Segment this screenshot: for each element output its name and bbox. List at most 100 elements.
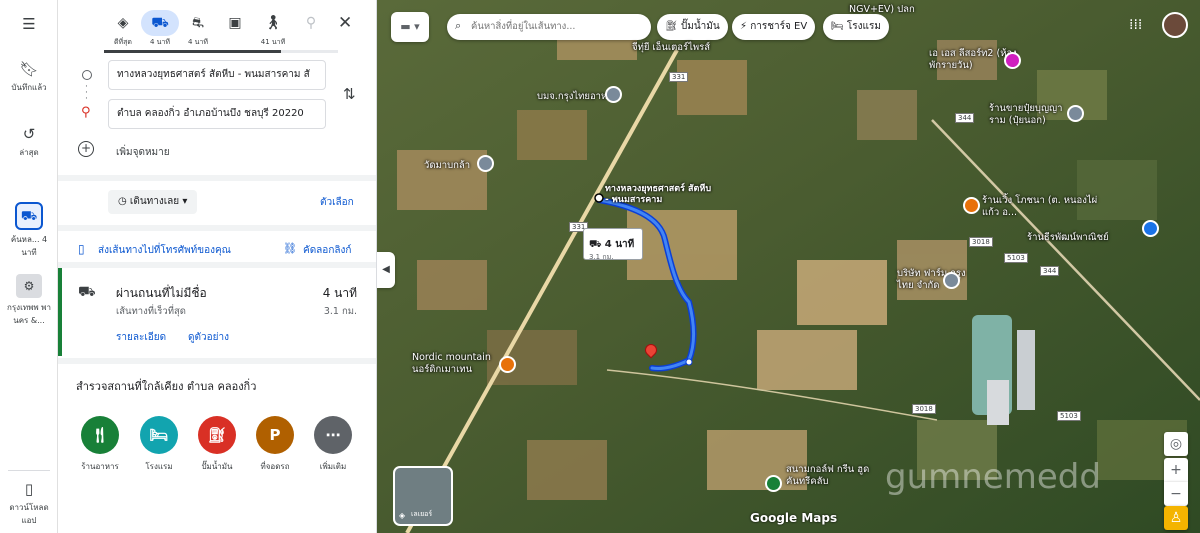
history-icon: ↺	[22, 125, 36, 143]
zoom-out-button[interactable]: −	[1164, 482, 1188, 506]
car-icon: ⛟	[141, 10, 179, 36]
bookmark-icon: 🔖︎	[19, 60, 39, 78]
dropdown-icon: ▾	[179, 196, 188, 207]
callout-time: 4 นาที	[604, 239, 635, 250]
origin-marker[interactable]	[594, 193, 604, 203]
mode-label: 4 นาที	[187, 38, 208, 46]
gas-station-icon: ⛽︎	[198, 416, 236, 454]
car-icon: ⛟	[78, 284, 96, 300]
destination-input[interactable]: ตำบล คลองกิ่ว อำเภอบ้านบึง ชลบุรี 20220	[108, 99, 326, 129]
rail-divider	[8, 470, 50, 471]
add-stop-button[interactable]: เพิ่มจุดหมาย	[116, 145, 170, 160]
map-label: Nordic mountain นอร์ดิกเมาเทน	[412, 352, 491, 375]
satellite-map[interactable]	[377, 0, 1200, 533]
recent-route-item[interactable]: ⛟ ค้นหล... 4 นาที	[0, 202, 58, 259]
mode-cycling[interactable]: ⚲	[292, 10, 330, 37]
car-icon: ⛟	[589, 239, 605, 250]
copy-link-button[interactable]: คัดลอกลิงก์	[303, 243, 351, 258]
parking-icon: P	[256, 416, 294, 454]
preview-link[interactable]: ดูตัวอย่าง	[188, 330, 229, 345]
motorcycle-icon: ⛐	[191, 15, 205, 31]
mode-best[interactable]: ◈ ดีที่สุด	[104, 10, 142, 48]
layers-button[interactable]: ◈ เลเยอร์	[393, 466, 453, 526]
category-parking[interactable]: P ที่จอดรถ	[247, 416, 303, 473]
chip-gas-station[interactable]: ⛽︎ ปั๊มน้ำมัน	[657, 14, 728, 40]
road-shield: 3018	[912, 404, 936, 414]
shop-pin-icon[interactable]	[1067, 105, 1084, 122]
callout-distance: 3.1 กม.	[589, 253, 614, 261]
divider	[58, 175, 376, 181]
options-link[interactable]: ตัวเลือก	[320, 195, 354, 210]
route-time-callout[interactable]: ⛟ 4 นาที 3.1 กม.	[583, 228, 643, 261]
mode-walking[interactable]: 🚶︎ 41 นาที	[254, 10, 292, 48]
watermark: gumnemedd	[885, 457, 1101, 497]
mode-driving[interactable]: ⛟ 4 นาที	[141, 10, 179, 48]
route-card[interactable]: ⛟ ผ่านถนนที่ไม่มีชื่อ 4 นาที เส้นทางที่เ…	[58, 268, 376, 356]
menu-button[interactable]: ☰	[0, 15, 58, 36]
explore-title: สำรวจสถานที่ใกล้เคียง ตำบล คลองกิ่ว	[76, 380, 257, 393]
mode-motorcycle[interactable]: ⛐ 4 นาที	[179, 10, 217, 48]
best-route-icon: ◈	[117, 15, 129, 31]
road-shield: 3018	[969, 237, 993, 247]
route-subtitle: เส้นทางที่เร็วที่สุด	[116, 306, 186, 317]
more-icon: ⋯	[314, 416, 352, 454]
swap-icon[interactable]: ⇅	[343, 85, 356, 103]
close-button[interactable]: ✕	[338, 13, 352, 33]
chip-label: โรงแรม	[846, 21, 881, 32]
pegman-button[interactable]: ♙	[1164, 506, 1188, 530]
clock-icon: ◷	[118, 196, 130, 207]
restaurant-pin-icon[interactable]	[499, 356, 516, 373]
download-app-button[interactable]: ▯ ดาวน์โหลด แอป	[0, 480, 58, 527]
business-pin-icon[interactable]	[605, 86, 622, 103]
origin-input[interactable]: ทางหลวงยุทธศาสตร์ สัตหีบ - พนมสารคาม สั	[108, 60, 326, 90]
collapse-panel-button[interactable]: ◀	[377, 252, 395, 288]
location-icon: ◎	[1169, 436, 1183, 452]
recent-button[interactable]: ↺ ล่าสุด	[0, 125, 58, 159]
saved-label: บันทึกแล้ว	[11, 83, 47, 92]
route-search-box[interactable]: ⌕	[447, 14, 651, 40]
restaurant-pin-icon[interactable]	[963, 197, 980, 214]
map-area[interactable]: ▬ ▾ ⌕ ⛽︎ ปั๊มน้ำมัน ⚡︎ การชาร์จ EV 🛏︎ โร…	[377, 0, 1200, 533]
mode-transit[interactable]: ▣	[216, 10, 254, 37]
chip-hotel[interactable]: 🛏︎ โรงแรม	[823, 14, 889, 40]
details-link[interactable]: รายละเอียด	[116, 330, 166, 345]
divider	[58, 225, 376, 231]
hotel-icon: 🛏︎	[831, 21, 847, 32]
my-location-button[interactable]: ◎	[1164, 432, 1188, 456]
user-avatar[interactable]	[1162, 12, 1188, 38]
send-to-phone-link[interactable]: ส่งเส้นทางไปที่โทรศัพท์ของคุณ	[98, 243, 231, 258]
depart-now-button[interactable]: ◷ เดินทางเลย ▾	[108, 190, 198, 214]
chip-label: ปั๊มน้ำมัน	[680, 21, 720, 32]
origin-dot-icon	[82, 70, 92, 80]
category-hotel[interactable]: 🛏︎ โรงแรม	[131, 416, 187, 473]
lodging-pin-icon[interactable]	[1004, 52, 1021, 69]
business-pin-icon[interactable]	[943, 272, 960, 289]
send-to-phone-icon: ▯	[78, 242, 85, 256]
category-gas[interactable]: ⛽︎ ปั๊มน้ำมัน	[189, 416, 245, 473]
saved-button[interactable]: 🔖︎ บันทึกแล้ว	[0, 60, 58, 94]
transit-icon: ▣	[228, 15, 242, 31]
golf-pin-icon[interactable]	[765, 475, 782, 492]
search-icon: ⌕	[455, 19, 462, 32]
temple-pin-icon[interactable]	[477, 155, 494, 172]
road-shield: 344	[1040, 266, 1060, 276]
minus-icon: −	[1170, 486, 1182, 502]
apps-grid-icon[interactable]: ⁞⁞⁞	[1129, 17, 1142, 33]
recent-place-item[interactable]: ⚙ กรุงเทพพ พานคร &...	[0, 274, 58, 327]
zoom-in-button[interactable]: +	[1164, 458, 1188, 482]
map-layer-toggle[interactable]: ▬ ▾	[391, 12, 429, 42]
category-label: โรงแรม	[145, 462, 173, 471]
add-stop-icon[interactable]: +	[78, 141, 94, 157]
route-search-input[interactable]	[471, 14, 641, 39]
map-label: จีทุ่ยี เอ็นเตอร์ไพรส์	[632, 42, 711, 53]
category-more[interactable]: ⋯ เพิ่มเติม	[305, 416, 361, 473]
divider	[58, 358, 376, 364]
store-pin-icon[interactable]	[1142, 220, 1159, 237]
phone-icon: ▯	[24, 480, 34, 498]
hotel-icon: 🛏︎	[140, 416, 178, 454]
category-restaurant[interactable]: 🍴︎ ร้านอาหาร	[72, 416, 128, 473]
destination-pin-icon: ⚲	[81, 105, 91, 120]
map-label: NGV+EV) ปลก	[849, 4, 915, 15]
recent-label: ล่าสุด	[19, 148, 39, 157]
chip-ev-charging[interactable]: ⚡︎ การชาร์จ EV	[732, 14, 816, 40]
